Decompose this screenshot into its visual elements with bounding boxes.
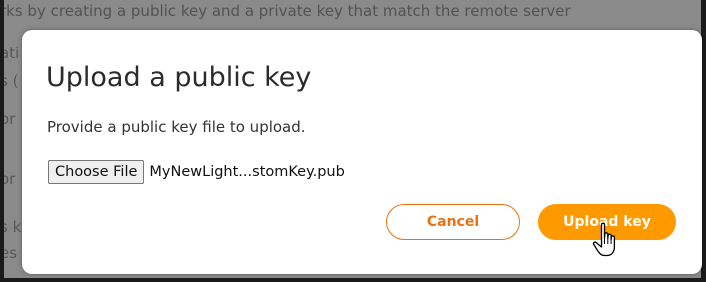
cancel-button[interactable]: Cancel: [386, 204, 520, 240]
window-frame-bottom: [0, 278, 706, 282]
upload-key-button[interactable]: Upload key: [538, 204, 676, 240]
dialog-title: Upload a public key: [46, 62, 312, 93]
dialog-description: Provide a public key file to upload.: [47, 118, 306, 136]
window-frame-left: [0, 0, 4, 282]
upload-public-key-dialog: Upload a public key Provide a public key…: [22, 30, 702, 274]
backdrop-text: rks by creating a public key and a priva…: [0, 2, 571, 20]
screenshot: rks by creating a public key and a priva…: [0, 0, 706, 282]
selected-file-name: MyNewLight...stomKey.pub: [149, 164, 345, 180]
choose-file-button[interactable]: Choose File: [48, 160, 145, 184]
file-input-row: Choose File MyNewLight...stomKey.pub: [48, 160, 345, 184]
